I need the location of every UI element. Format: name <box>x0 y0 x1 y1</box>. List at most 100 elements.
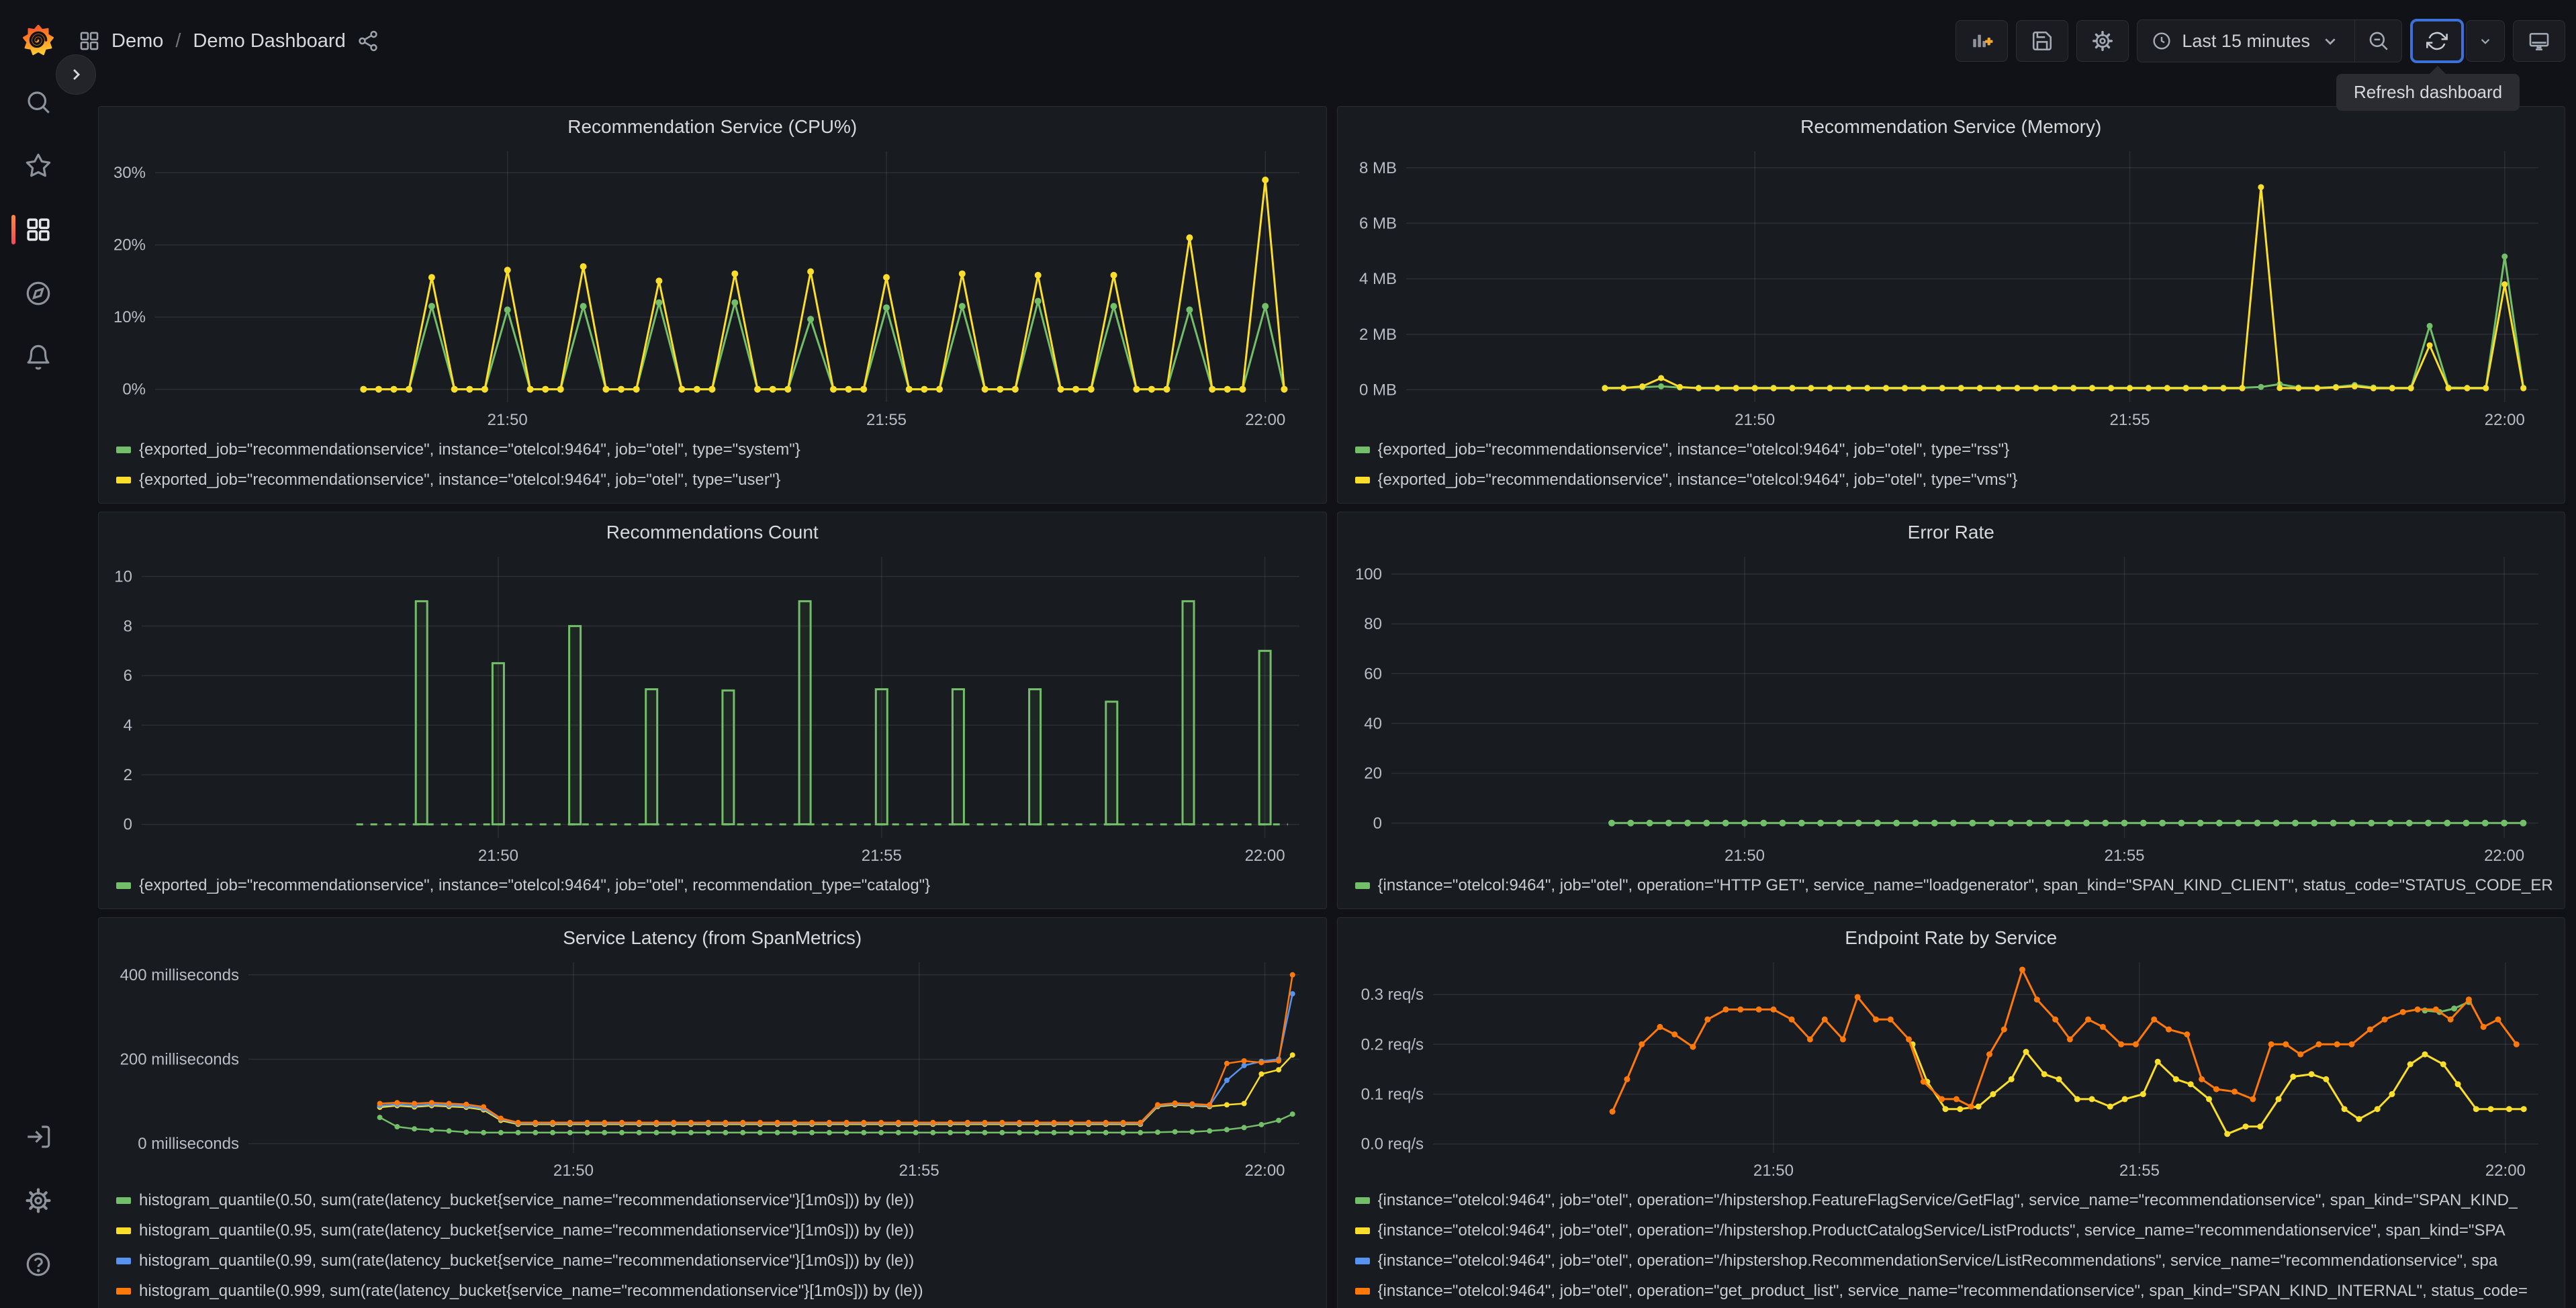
svg-text:400 milliseconds: 400 milliseconds <box>120 966 239 984</box>
cycle-view-mode-button[interactable] <box>2513 20 2565 62</box>
sidebar-item-help[interactable] <box>0 1244 77 1284</box>
breadcrumb-section[interactable]: Demo <box>111 30 163 52</box>
svg-text:21:55: 21:55 <box>899 1162 939 1180</box>
svg-text:0: 0 <box>124 816 132 834</box>
svg-text:6 MB: 6 MB <box>1359 214 1396 232</box>
refresh-dashboard-button[interactable] <box>2410 19 2464 63</box>
panel-legend: {instance="otelcol:9464", job="otel", op… <box>1350 870 2552 900</box>
panel-plot[interactable]: 0 milliseconds 200 milliseconds 400 millis… <box>111 953 1314 1182</box>
legend-item[interactable]: histogram_quantile(0.50, sum(rate(latenc… <box>111 1185 1314 1215</box>
legend-swatch <box>1354 1287 1370 1295</box>
panel-title[interactable]: Error Rate <box>1350 518 2553 547</box>
panel-error-rate: Error Rate 0 20 40 60 80 100 21:50 21:55 22:00 {in… <box>1336 512 2565 909</box>
panel-plot[interactable]: 0% 10% 20% 30% 21:50 21:55 22:00 <box>111 142 1314 432</box>
svg-text:21:55: 21:55 <box>2119 1162 2159 1180</box>
legend-swatch <box>1354 446 1370 453</box>
panel-plot[interactable]: 0 20 40 60 80 100 21:50 21:55 22:00 <box>1350 547 2553 868</box>
panel-title[interactable]: Recommendation Service (CPU%) <box>111 112 1314 142</box>
panel-title[interactable]: Recommendation Service (Memory) <box>1350 112 2553 142</box>
svg-text:22:00: 22:00 <box>2484 847 2524 865</box>
panel-title[interactable]: Service Latency (from SpanMetrics) <box>111 923 1314 953</box>
svg-text:21:50: 21:50 <box>478 847 518 865</box>
dashboard-settings-button[interactable] <box>2076 20 2129 62</box>
legend-item[interactable]: {exported_job="recommendationservice", i… <box>1350 465 2553 495</box>
sidebar-item-configuration[interactable] <box>0 1180 77 1221</box>
legend-swatch <box>116 1227 131 1234</box>
legend-swatch <box>116 1257 131 1264</box>
clock-icon <box>2153 32 2170 50</box>
svg-text:0: 0 <box>1373 814 1381 833</box>
panel-title[interactable]: Endpoint Rate by Service <box>1350 923 2553 953</box>
zoom-out-time-button[interactable] <box>2354 20 2401 62</box>
star-icon <box>26 153 51 177</box>
legend-item[interactable]: {exported_job="recommendationservice", i… <box>111 870 1314 900</box>
chart-service-latency[interactable]: 0 milliseconds 200 milliseconds 400 millis… <box>111 953 1314 1182</box>
svg-text:21:50: 21:50 <box>488 411 528 429</box>
legend-item[interactable]: {instance="otelcol:9464", job="otel", op… <box>1350 870 2552 900</box>
chevron-down-icon <box>2481 39 2490 44</box>
panel-plot[interactable]: 0.0 req/s 0.1 req/s 0.2 req/s 0.3 req/s 21:5… <box>1350 953 2553 1182</box>
chart-error-rate[interactable]: 0 20 40 60 80 100 21:50 21:55 22:00 <box>1350 547 2553 868</box>
svg-text:100: 100 <box>1354 565 1381 583</box>
svg-text:22:00: 22:00 <box>2484 411 2524 429</box>
legend-swatch <box>1354 882 1370 889</box>
svg-text:21:50: 21:50 <box>553 1162 594 1180</box>
legend-label: histogram_quantile(0.999, sum(rate(laten… <box>139 1281 923 1300</box>
dashboards-icon <box>27 218 50 241</box>
panel-title[interactable]: Recommendations Count <box>111 518 1314 547</box>
svg-text:60: 60 <box>1364 665 1382 683</box>
panel-plot[interactable]: 0 MB 2 MB 4 MB 6 MB 8 MB 21:50 21:55 22:00 <box>1350 142 2553 432</box>
legend-swatch <box>1354 476 1370 483</box>
chart-endpoint-rate[interactable]: 0.0 req/s 0.1 req/s 0.2 req/s 0.3 req/s 21:5… <box>1350 953 2553 1182</box>
save-dashboard-button[interactable] <box>2016 20 2069 62</box>
add-panel-button[interactable] <box>1956 20 2009 62</box>
sidebar-item-sign-in[interactable] <box>0 1117 77 1157</box>
sidebar-item-dashboards[interactable] <box>0 209 77 250</box>
sidebar-item-explore[interactable] <box>0 273 77 314</box>
share-button[interactable] <box>357 30 379 52</box>
svg-text:20%: 20% <box>113 236 146 254</box>
panel-recommendations-count: Recommendations Count 0 2 4 6 8 10 21:50 21:55 22… <box>98 512 1327 909</box>
legend-label: {exported_job="recommendationservice", i… <box>139 470 781 489</box>
refresh-interval-dropdown[interactable] <box>2466 20 2505 62</box>
search-icon <box>28 91 50 113</box>
svg-text:0.3 req/s: 0.3 req/s <box>1361 986 1423 1004</box>
legend-label: histogram_quantile(0.99, sum(rate(latenc… <box>139 1251 915 1270</box>
legend-item[interactable]: {exported_job="recommendationservice", i… <box>111 465 1314 495</box>
legend-label: {exported_job="recommendationservice", i… <box>139 440 800 459</box>
chart-recommendations-count[interactable]: 0 2 4 6 8 10 21:50 21:55 22:00 <box>111 547 1314 868</box>
sidebar-item-starred[interactable] <box>0 146 77 186</box>
legend-swatch <box>116 476 131 483</box>
panel-plot[interactable]: 0 2 4 6 8 10 21:50 21:55 22:00 <box>111 547 1314 868</box>
chart-memory[interactable]: 0 MB 2 MB 4 MB 6 MB 8 MB 21:50 21:55 22:00 <box>1350 142 2553 432</box>
legend-label: {instance="otelcol:9464", job="otel", op… <box>1377 1251 2498 1270</box>
svg-text:21:50: 21:50 <box>1724 847 1764 865</box>
legend-item[interactable]: {instance="otelcol:9464", job="otel", op… <box>1350 1215 2553 1246</box>
legend-item[interactable]: {instance="otelcol:9464", job="otel", op… <box>1350 1246 2553 1276</box>
refresh-tooltip: Refresh dashboard <box>2336 66 2520 111</box>
time-range-picker: Last 15 minutes <box>2137 19 2402 62</box>
sign-in-icon <box>28 1125 50 1148</box>
legend-item[interactable]: {instance="otelcol:9464", job="otel", op… <box>1350 1185 2553 1215</box>
svg-text:22:00: 22:00 <box>1245 411 1285 429</box>
legend-item[interactable]: histogram_quantile(0.95, sum(rate(latenc… <box>111 1215 1314 1246</box>
svg-text:21:55: 21:55 <box>2104 847 2144 865</box>
time-range-button[interactable]: Last 15 minutes <box>2137 30 2354 52</box>
legend-item[interactable]: histogram_quantile(0.99, sum(rate(latenc… <box>111 1246 1314 1276</box>
legend-item[interactable]: {exported_job="recommendationservice", i… <box>111 434 1314 465</box>
legend-label: {instance="otelcol:9464", job="otel", op… <box>1377 1221 2505 1240</box>
legend-item[interactable]: {exported_job="recommendationservice", i… <box>1350 434 2553 465</box>
legend-item[interactable]: {instance="otelcol:9464", job="otel", op… <box>1350 1276 2553 1306</box>
legend-label: {exported_job="recommendationservice", i… <box>1377 440 2010 459</box>
chevron-right-icon <box>73 69 81 80</box>
svg-text:200 milliseconds: 200 milliseconds <box>120 1051 239 1069</box>
svg-text:40: 40 <box>1364 714 1382 733</box>
panel-legend: {exported_job="recommendationservice", i… <box>111 870 1314 900</box>
grafana-logo[interactable] <box>23 25 54 57</box>
sidebar-item-alerting[interactable] <box>0 337 77 377</box>
chart-cpu[interactable]: 0% 10% 20% 30% 21:50 21:55 22:00 <box>111 142 1314 432</box>
sidebar-expand-button[interactable] <box>56 54 96 95</box>
legend-item[interactable]: histogram_quantile(0.999, sum(rate(laten… <box>111 1276 1314 1306</box>
panel-legend: {instance="otelcol:9464", job="otel", op… <box>1350 1185 2553 1306</box>
tooltip-text: Refresh dashboard <box>2354 82 2503 102</box>
